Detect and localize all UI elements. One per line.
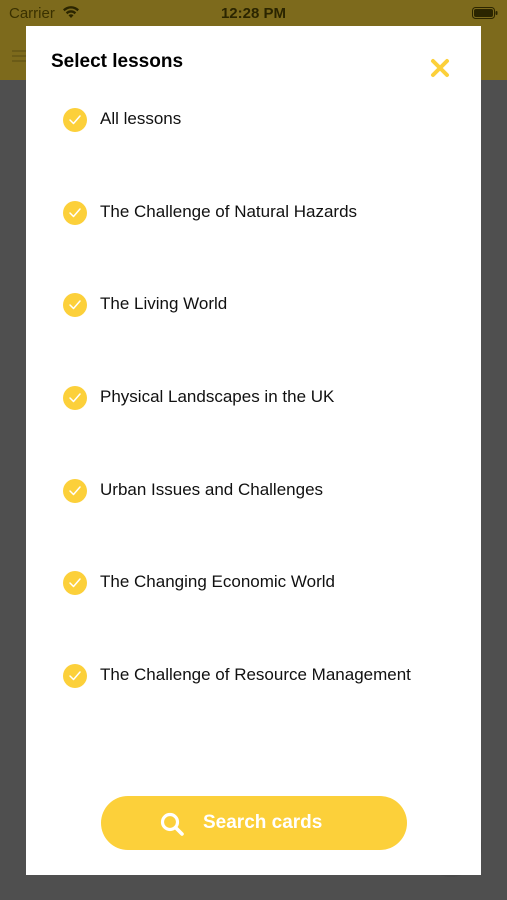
lesson-label: Urban Issues and Challenges (100, 480, 324, 499)
menu-icon (12, 50, 26, 62)
search-cards-button[interactable]: Search cards (101, 796, 407, 850)
check-icon (63, 201, 87, 225)
screen: Carrier 12:28 PM Select lessons All less… (0, 0, 507, 900)
lesson-item-all-lessons[interactable]: All lessons (63, 106, 463, 136)
lesson-item-living-world[interactable]: The Living World (63, 291, 463, 321)
search-icon (160, 812, 184, 836)
lesson-item-urban-issues[interactable]: Urban Issues and Challenges (63, 477, 463, 507)
status-time: 12:28 PM (220, 5, 287, 22)
check-icon (63, 664, 87, 688)
lesson-item-physical-landscapes[interactable]: Physical Landscapes in the UK (63, 384, 463, 414)
lesson-label: Physical Landscapes in the UK (100, 387, 335, 406)
check-icon (63, 571, 87, 595)
lesson-label: The Challenge of Natural Hazards (100, 202, 358, 221)
select-lessons-dialog: Select lessons All lessons The Challenge… (26, 26, 481, 875)
dialog-title: Select lessons (51, 51, 184, 72)
close-button[interactable] (428, 56, 452, 80)
close-x-icon (431, 59, 449, 77)
lesson-item-economic-world[interactable]: The Changing Economic World (63, 569, 463, 599)
lesson-label: The Living World (100, 294, 228, 313)
lesson-label: The Challenge of Resource Management (100, 665, 411, 684)
check-icon (63, 386, 87, 410)
check-icon (63, 108, 87, 132)
lesson-item-resource-management[interactable]: The Challenge of Resource Management (63, 662, 463, 692)
lesson-item-natural-hazards[interactable]: The Challenge of Natural Hazards (63, 199, 463, 229)
lesson-label: All lessons (100, 109, 182, 128)
status-bar: Carrier 12:28 PM (0, 0, 507, 26)
lesson-label: The Changing Economic World (100, 572, 335, 591)
check-icon (63, 479, 87, 503)
battery-icon (472, 7, 498, 19)
search-cards-label: Search cards (203, 812, 323, 833)
check-icon (63, 293, 87, 317)
